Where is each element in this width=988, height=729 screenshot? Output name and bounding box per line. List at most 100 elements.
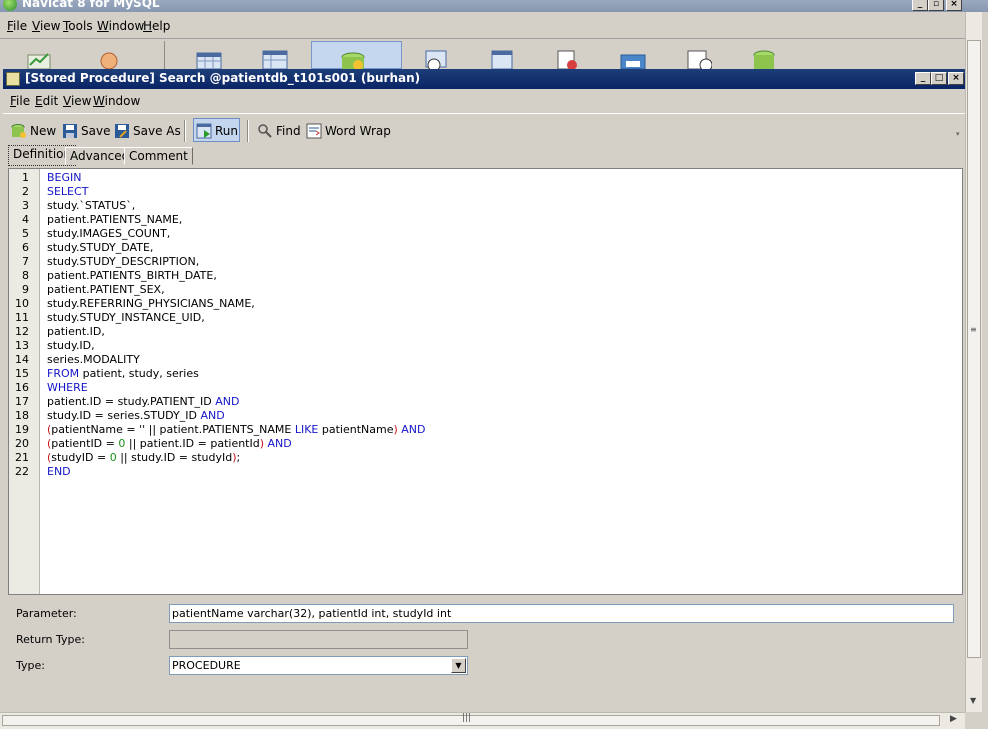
minimize-icon[interactable]: _ <box>912 0 928 11</box>
navicat-logo-icon <box>3 0 17 11</box>
editor-maximize-icon[interactable]: □ <box>931 72 947 85</box>
schedule-icon[interactable] <box>686 45 712 69</box>
chevron-down-icon[interactable]: ▼ <box>451 658 466 673</box>
procedure-icon[interactable] <box>340 45 366 69</box>
code-token: BEGIN <box>47 171 82 184</box>
new-button[interactable]: New <box>11 120 56 142</box>
return-type-input[interactable] <box>169 630 468 649</box>
code-token: study.STUDY_DATE, <box>47 241 154 254</box>
line-number: 9 <box>22 283 29 296</box>
view-icon[interactable] <box>262 45 288 69</box>
code-token: patient.PATIENTS_NAME, <box>47 213 183 226</box>
menu-window[interactable]: Window <box>97 19 144 33</box>
line-number: 8 <box>22 269 29 282</box>
code-line: (patientID = 0 || patient.ID = patientId… <box>47 437 292 450</box>
code-token: series.MODALITY <box>47 353 140 366</box>
menu-file[interactable]: File <box>7 19 27 33</box>
table-icon[interactable] <box>196 45 222 69</box>
code-token: study.ID, <box>47 339 95 352</box>
line-number: 16 <box>15 381 29 394</box>
code-token: WHERE <box>47 381 88 394</box>
connection-icon[interactable] <box>26 45 52 69</box>
code-token: ; <box>236 451 241 464</box>
tab-comment[interactable]: Comment <box>124 147 193 165</box>
user-icon[interactable] <box>96 45 122 69</box>
editor-menu-file[interactable]: File <box>10 94 30 108</box>
editor-menu-window[interactable]: Window <box>93 94 140 108</box>
editor-window-title: [Stored Procedure] Search @patientdb_t10… <box>25 71 421 85</box>
line-number: 17 <box>15 395 29 408</box>
code-token: AND <box>267 437 292 450</box>
app-vertical-scrollbar[interactable]: ≡ ▼ <box>965 12 982 712</box>
menu-view[interactable]: View <box>32 19 60 33</box>
editor-menu-edit[interactable]: Edit <box>35 94 58 108</box>
word-wrap-button[interactable]: Word Wrap <box>306 120 391 142</box>
menu-tools[interactable]: Tools <box>63 19 93 33</box>
backup-icon[interactable] <box>620 45 646 69</box>
code-editor[interactable]: 1 2 3 4 5 6 7 8 9 10 11 12 13 14 15 16 17 18 19 20 21 22 BEGI… <box>8 168 963 595</box>
line-number: 15 <box>15 367 29 380</box>
parameter-label: Parameter: <box>16 607 77 620</box>
type-select[interactable]: PROCEDURE ▼ <box>169 656 468 675</box>
line-number: 14 <box>15 353 29 366</box>
line-number: 19 <box>15 423 29 436</box>
code-line: FROM patient, study, series <box>47 367 199 380</box>
restore-icon[interactable]: ▫ <box>928 0 944 11</box>
find-button[interactable]: Find <box>257 120 301 142</box>
query-icon[interactable] <box>488 45 514 69</box>
line-number: 3 <box>22 199 29 212</box>
run-button[interactable]: Run <box>196 120 238 142</box>
code-line: study.IMAGES_COUNT, <box>47 227 170 240</box>
code-token: AND <box>200 409 225 422</box>
code-token: patient.PATIENTS_BIRTH_DATE, <box>47 269 217 282</box>
code-line: study.STUDY_DESCRIPTION, <box>47 255 199 268</box>
code-line: END <box>47 465 71 478</box>
code-token: || study.ID = studyId <box>116 451 233 464</box>
scroll-right-icon[interactable]: ▶ <box>950 714 957 724</box>
code-token: study.STUDY_INSTANCE_UID, <box>47 311 205 324</box>
find-icon <box>258 124 272 138</box>
app-toolbar <box>0 38 965 69</box>
code-line: (studyID = 0 || study.ID = studyId); <box>47 451 240 464</box>
code-token: study.REFERRING_PHYSICIANS_NAME, <box>47 297 255 310</box>
app-title: Navicat 8 for MySQL <box>22 0 160 10</box>
app-title-bar: Navicat 8 for MySQL _ ▫ × <box>0 0 988 12</box>
code-line: series.MODALITY <box>47 353 140 366</box>
line-number: 1 <box>22 171 29 184</box>
editor-window-title-bar: [Stored Procedure] Search @patientdb_t10… <box>3 69 965 89</box>
code-token: patient.ID = study.PATIENT_ID <box>47 395 216 408</box>
toolbar-overflow-icon[interactable]: ▾ <box>956 130 960 138</box>
line-number: 4 <box>22 213 29 226</box>
line-number: 5 <box>22 227 29 240</box>
code-line: study.STUDY_DATE, <box>47 241 153 254</box>
line-number: 20 <box>15 437 29 450</box>
line-number: 22 <box>15 465 29 478</box>
line-number: 21 <box>15 451 29 464</box>
menu-help[interactable]: Help <box>143 19 170 33</box>
code-line: study.`STATUS`, <box>47 199 135 212</box>
editor-minimize-icon[interactable]: _ <box>915 72 931 85</box>
code-token: 0 <box>109 451 117 464</box>
save-as-button[interactable]: Save As <box>114 120 181 142</box>
code-line: study.STUDY_INSTANCE_UID, <box>47 311 205 324</box>
code-token: study.ID = series.STUDY_ID <box>47 409 201 422</box>
horizontal-scrollbar[interactable]: ||| ▶ <box>0 712 965 729</box>
event-icon[interactable] <box>422 45 448 69</box>
model-icon[interactable] <box>752 45 778 69</box>
code-line: patient.ID, <box>47 325 105 338</box>
parameter-input[interactable]: patientName varchar(32), patientId int, … <box>169 604 954 623</box>
code-token: patient, study, series <box>79 367 199 380</box>
horizontal-grip-icon: ||| <box>462 713 472 723</box>
editor-close-icon[interactable]: × <box>948 72 964 85</box>
code-token: studyID = <box>51 451 110 464</box>
save-button[interactable]: Save <box>62 120 110 142</box>
scrollbar-thumb[interactable] <box>967 40 981 658</box>
code-token: study.`STATUS`, <box>47 199 136 212</box>
report-icon[interactable] <box>554 45 580 69</box>
toolbar-separator <box>184 120 186 142</box>
code-line: (patientName = '' || patient.PATIENTS_NA… <box>47 423 426 436</box>
close-icon[interactable]: × <box>946 0 962 11</box>
scroll-down-icon[interactable]: ▼ <box>970 696 976 705</box>
run-icon <box>196 123 212 139</box>
editor-menu-view[interactable]: View <box>63 94 91 108</box>
